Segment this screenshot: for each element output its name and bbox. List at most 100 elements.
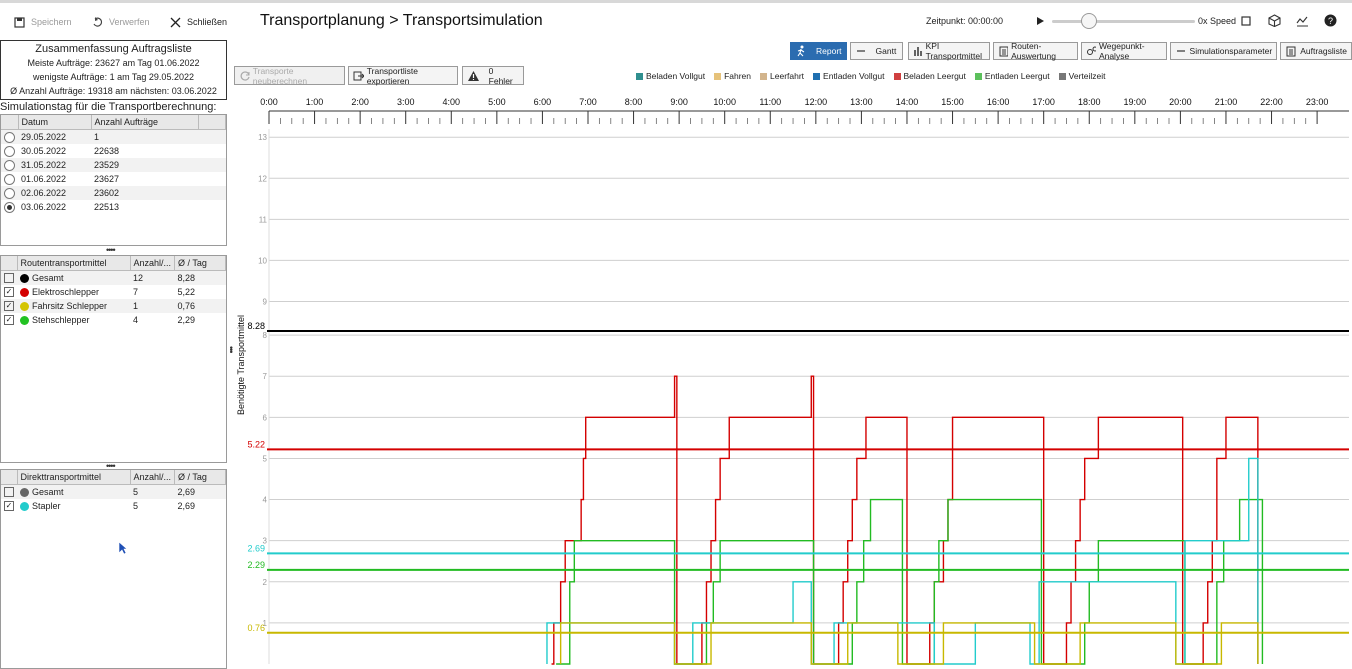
day-radio[interactable] [4,159,15,171]
wegepunkt-button[interactable]: Wegepunkt-Analyse [1081,41,1167,61]
table-row[interactable]: 02.06.2022 23602 [1,186,226,200]
auftragsliste-button[interactable]: Auftragsliste [1280,42,1352,60]
close-label: Schließen [187,17,228,27]
legend-item[interactable]: Fahren [714,71,751,81]
auftragsliste-label: Auftragsliste [1300,46,1348,56]
x-tick-label: 14:00 [896,97,919,107]
kpi-button[interactable]: KPI Transportmittel [907,41,991,61]
x-tick-label: 2:00 [351,97,369,107]
cube-icon[interactable] [1268,14,1281,27]
legend-item[interactable]: Beladen Vollgut [636,71,705,81]
route-checkbox[interactable]: ✓ [4,301,14,312]
day-radio[interactable] [4,145,15,157]
table-row[interactable]: 30.05.2022 22638 [1,144,226,158]
save-label: Speichern [31,17,72,27]
summary-box: Zusammenfassung Auftragsliste Meiste Auf… [0,40,227,100]
table-row[interactable]: 29.05.2022 1 [1,129,226,144]
table-row[interactable]: Gesamt 12 8,28 [1,270,226,285]
transport-chart[interactable]: 0:00 1:00 2:00 3:00 4:00 5:00 6:00 7:00 8:00 9:00… [228,93,1352,667]
route-name: Fahrsitz Schlepper [32,300,108,311]
simparam-button[interactable]: Simulationsparameter [1169,42,1278,60]
table-row[interactable]: ✓ Elektroschlepper 7 5,22 [1,285,226,299]
route-count: 12 [130,270,175,285]
table-row[interactable]: ✓ Stapler 5 2,69 [1,499,226,513]
legend-item[interactable]: Leerfahrt [760,71,804,81]
tab-report[interactable]: Report [790,42,847,60]
zeitpunkt-readout: Zeitpunkt: 00:00:00 [926,16,1004,26]
x-tick-label: 19:00 [1124,97,1147,107]
speed-slider[interactable] [1052,20,1195,23]
routen-button[interactable]: Routen-Auswertung [993,41,1079,61]
day-count: 23627 [94,174,120,184]
legend-item[interactable]: Entladen Leergut [974,71,1050,81]
average-label: 8.28 [247,321,265,331]
close-button[interactable]: Schließen [170,14,227,30]
day-radio[interactable] [4,131,15,143]
color-dot [20,316,29,326]
route-checkbox[interactable]: ✓ [4,315,14,326]
direct-checkbox[interactable] [4,487,14,498]
table-row[interactable]: 03.06.2022 22513 [1,200,226,214]
y-tick-label: 8 [263,331,268,340]
help-icon[interactable]: ? [1324,14,1337,27]
x-tick-label: 1:00 [306,97,324,107]
recalc-button[interactable]: Transporte neuberechnen [234,66,345,86]
summary-heading: Zusammenfassung Auftragsliste [35,43,192,55]
legend-item[interactable]: Entladen Vollgut [813,71,885,81]
tab-gantt-label: Gantt [875,46,897,56]
chart-icon[interactable] [1296,15,1309,27]
crop-icon[interactable] [1240,15,1252,27]
clipboard-icon [1286,46,1296,57]
save-button[interactable]: Speichern [14,14,72,30]
day-count: 22638 [94,146,120,156]
legend-item[interactable]: Verteilzeit [1058,71,1106,81]
day-radio[interactable] [4,173,15,185]
average-label: 5.22 [247,439,265,449]
legend-label: Verteilzeit [1068,71,1106,81]
route-checkbox[interactable]: ✓ [4,287,14,298]
average-label: 2.69 [247,543,265,553]
x-tick-label: 11:00 [759,97,781,107]
play-icon[interactable] [1034,15,1046,27]
series-line [551,375,1259,665]
legend-swatch [760,73,768,81]
summary-avg: Ø Anzahl Aufträge: 19318 am nächsten: 03… [10,86,217,96]
legend-label: Leerfahrt [770,71,805,81]
day-radio[interactable] [4,187,15,199]
route-header-avg: Ø / Tag [174,256,226,271]
legend-item[interactable]: Beladen Leergut [893,71,966,81]
y-tick-label: 11 [259,215,268,224]
summary-most: Meiste Aufträge: 23627 am Tag 01.06.2022 [27,58,200,68]
route-checkbox[interactable] [4,273,14,284]
kpi-label: KPI Transportmittel [925,41,982,61]
table-row[interactable]: ✓ Fahrsitz Schlepper 1 0,76 [1,299,226,313]
route-name: Stehschlepper [32,314,90,325]
day-date: 03.06.2022 [21,202,67,212]
legend-swatch [636,73,643,81]
x-tick-label: 15:00 [941,97,964,107]
days-table: Datum Anzahl Aufträge 29.05.2022 1 30.05.2… [0,114,227,246]
sim-day-label: Simulationstag für die Transportberechnu… [0,101,217,113]
y-tick-label: 10 [258,256,267,265]
splitter-grip[interactable]: •••• [106,245,116,255]
direct-checkbox[interactable]: ✓ [4,501,14,512]
direct-avg: 2,69 [177,501,196,511]
export-icon [353,71,364,80]
day-radio-selected[interactable] [4,201,15,213]
table-row[interactable]: 31.05.2022 23529 [1,158,226,172]
average-label: 2.29 [247,560,265,570]
discard-label: Verwerfen [109,17,150,27]
speed-slider-thumb[interactable] [1081,13,1097,29]
day-date: 01.06.2022 [21,174,67,184]
table-row[interactable]: Gesamt 5 2,69 [1,484,226,499]
color-dot [20,274,29,284]
close-icon [170,17,181,27]
table-row[interactable]: ✓ Stehschlepper 4 2,29 [1,313,226,327]
table-row[interactable]: 01.06.2022 23627 [1,172,226,186]
x-tick-label: 0:00 [260,97,278,107]
discard-button[interactable]: Verwerfen [92,14,150,30]
export-button[interactable]: Transportliste exportieren [348,66,458,86]
tab-gantt[interactable]: Gantt [849,42,903,60]
x-tick-label: 7:00 [579,97,597,107]
errors-button[interactable]: 0 Fehler [462,66,524,86]
